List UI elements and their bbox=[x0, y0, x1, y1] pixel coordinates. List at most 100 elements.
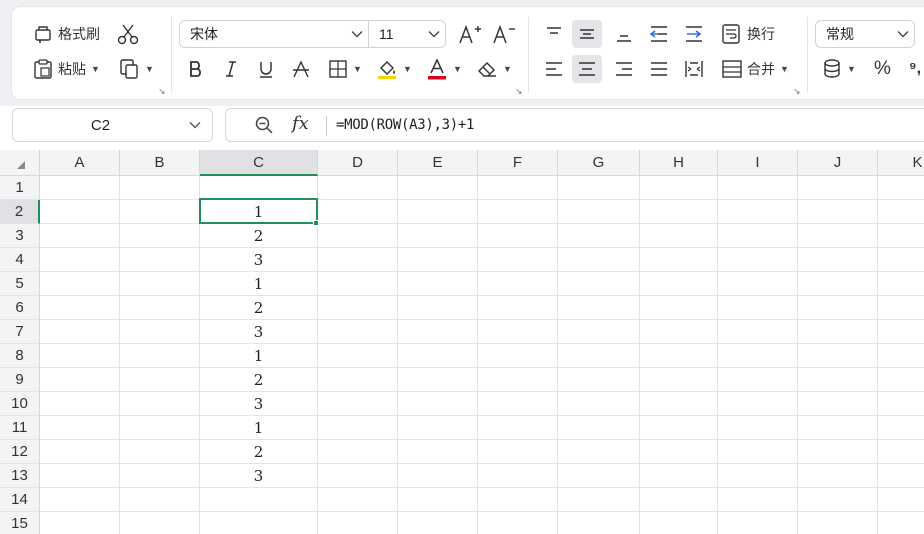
cell-d3[interactable] bbox=[318, 224, 398, 248]
cell-h6[interactable] bbox=[640, 296, 718, 320]
cell-g13[interactable] bbox=[558, 464, 640, 488]
cell-a4[interactable] bbox=[40, 248, 120, 272]
cell-b11[interactable] bbox=[120, 416, 200, 440]
cell-d9[interactable] bbox=[318, 368, 398, 392]
cell-e15[interactable] bbox=[398, 512, 478, 534]
cell-g15[interactable] bbox=[558, 512, 640, 534]
name-box[interactable]: C2 bbox=[12, 108, 213, 142]
select-all-corner[interactable] bbox=[0, 150, 40, 176]
row-header-13[interactable]: 13 bbox=[0, 464, 40, 488]
cell-j1[interactable] bbox=[798, 176, 878, 200]
column-header-i[interactable]: I bbox=[718, 150, 798, 176]
cell-f1[interactable] bbox=[478, 176, 558, 200]
cell-a14[interactable] bbox=[40, 488, 120, 512]
zoom-search-icon[interactable] bbox=[254, 115, 274, 138]
cell-c12[interactable]: 2 bbox=[200, 440, 318, 464]
spreadsheet-grid[interactable]: ABCDEFGHIJK 1 2 3 4 5 6 7 8 9 10 11 12 13 14 15 123123… bbox=[0, 150, 924, 534]
column-header-c[interactable]: C bbox=[200, 150, 318, 176]
cell-f7[interactable] bbox=[478, 320, 558, 344]
fill-handle[interactable] bbox=[313, 220, 319, 226]
cell-j8[interactable] bbox=[798, 344, 878, 368]
cell-a15[interactable] bbox=[40, 512, 120, 534]
cell-a3[interactable] bbox=[40, 224, 120, 248]
cell-h10[interactable] bbox=[640, 392, 718, 416]
cell-f13[interactable] bbox=[478, 464, 558, 488]
row-header-11[interactable]: 11 bbox=[0, 416, 40, 440]
cell-b13[interactable] bbox=[120, 464, 200, 488]
cell-d12[interactable] bbox=[318, 440, 398, 464]
cell-k11[interactable] bbox=[878, 416, 924, 440]
cell-d14[interactable] bbox=[318, 488, 398, 512]
cell-j13[interactable] bbox=[798, 464, 878, 488]
cell-j6[interactable] bbox=[798, 296, 878, 320]
cut-button[interactable] bbox=[112, 20, 144, 48]
row-header-8[interactable]: 8 bbox=[0, 344, 40, 368]
cell-b15[interactable] bbox=[120, 512, 200, 534]
cell-e10[interactable] bbox=[398, 392, 478, 416]
cell-d11[interactable] bbox=[318, 416, 398, 440]
cell-k2[interactable] bbox=[878, 200, 924, 224]
formula-bar[interactable]: fx =MOD(ROW(A3),3)+1 bbox=[225, 108, 924, 142]
cell-i5[interactable] bbox=[718, 272, 798, 296]
cell-h14[interactable] bbox=[640, 488, 718, 512]
cell-c10[interactable]: 3 bbox=[200, 392, 318, 416]
cell-j3[interactable] bbox=[798, 224, 878, 248]
cell-e12[interactable] bbox=[398, 440, 478, 464]
font-name-select[interactable]: 宋体 bbox=[179, 20, 369, 48]
font-group-launcher-icon[interactable]: ↘ bbox=[515, 86, 523, 97]
cell-h2[interactable] bbox=[640, 200, 718, 224]
cell-f8[interactable] bbox=[478, 344, 558, 368]
formula-input[interactable]: =MOD(ROW(A3),3)+1 bbox=[336, 117, 475, 133]
font-color-button[interactable]: ▼ bbox=[422, 55, 466, 83]
align-center-button[interactable] bbox=[572, 55, 602, 83]
cell-b3[interactable] bbox=[120, 224, 200, 248]
row-header-6[interactable]: 6 bbox=[0, 296, 40, 320]
cell-c15[interactable] bbox=[200, 512, 318, 534]
cell-a13[interactable] bbox=[40, 464, 120, 488]
cell-b7[interactable] bbox=[120, 320, 200, 344]
cell-f9[interactable] bbox=[478, 368, 558, 392]
cell-i11[interactable] bbox=[718, 416, 798, 440]
cell-d1[interactable] bbox=[318, 176, 398, 200]
cell-i8[interactable] bbox=[718, 344, 798, 368]
row-header-10[interactable]: 10 bbox=[0, 392, 40, 416]
cell-j15[interactable] bbox=[798, 512, 878, 534]
cell-f5[interactable] bbox=[478, 272, 558, 296]
cell-j4[interactable] bbox=[798, 248, 878, 272]
row-header-14[interactable]: 14 bbox=[0, 488, 40, 512]
cell-h7[interactable] bbox=[640, 320, 718, 344]
cell-f2[interactable] bbox=[478, 200, 558, 224]
row-header-12[interactable]: 12 bbox=[0, 440, 40, 464]
percent-format-button[interactable]: % bbox=[870, 55, 895, 83]
format-painter-button[interactable]: 格式刷 bbox=[28, 20, 104, 48]
cell-c8[interactable]: 1 bbox=[200, 344, 318, 368]
copy-button[interactable]: ▼ bbox=[114, 55, 158, 83]
cell-i13[interactable] bbox=[718, 464, 798, 488]
cell-d13[interactable] bbox=[318, 464, 398, 488]
cell-f10[interactable] bbox=[478, 392, 558, 416]
cell-j10[interactable] bbox=[798, 392, 878, 416]
cell-j9[interactable] bbox=[798, 368, 878, 392]
cell-k10[interactable] bbox=[878, 392, 924, 416]
cell-i12[interactable] bbox=[718, 440, 798, 464]
row-header-15[interactable]: 15 bbox=[0, 512, 40, 534]
cell-k5[interactable] bbox=[878, 272, 924, 296]
cell-h12[interactable] bbox=[640, 440, 718, 464]
cell-k8[interactable] bbox=[878, 344, 924, 368]
cell-f12[interactable] bbox=[478, 440, 558, 464]
cell-g10[interactable] bbox=[558, 392, 640, 416]
cell-b10[interactable] bbox=[120, 392, 200, 416]
cell-i3[interactable] bbox=[718, 224, 798, 248]
row-header-9[interactable]: 9 bbox=[0, 368, 40, 392]
cell-a8[interactable] bbox=[40, 344, 120, 368]
cell-a7[interactable] bbox=[40, 320, 120, 344]
row-header-2[interactable]: 2 bbox=[0, 200, 40, 224]
cell-i4[interactable] bbox=[718, 248, 798, 272]
decrease-font-size-button[interactable] bbox=[488, 20, 520, 48]
cell-g4[interactable] bbox=[558, 248, 640, 272]
row-header-4[interactable]: 4 bbox=[0, 248, 40, 272]
cell-i2[interactable] bbox=[718, 200, 798, 224]
cell-c2[interactable]: 1 bbox=[200, 200, 318, 224]
cell-b14[interactable] bbox=[120, 488, 200, 512]
cell-b4[interactable] bbox=[120, 248, 200, 272]
